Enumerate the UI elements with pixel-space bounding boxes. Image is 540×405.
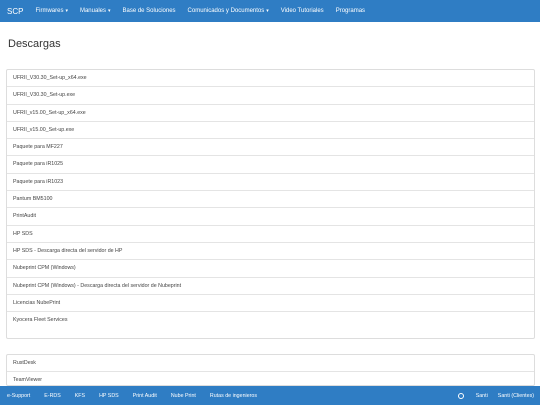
gear-icon[interactable] xyxy=(457,392,464,399)
nav-video-tutoriales[interactable]: Video Tutoriales xyxy=(281,8,324,14)
page-title: Descargas xyxy=(8,38,61,50)
tools-list: RustDesk TeamViewer xyxy=(6,354,535,386)
download-item[interactable]: UFRII_V30.30_Set-up.exe xyxy=(7,87,534,105)
footer-right: Santi Santi (Clientes) xyxy=(457,386,534,405)
nav-firmwares[interactable]: Firmwares ▾ xyxy=(35,8,68,14)
footer-link-rutas[interactable]: Rutas de ingenieros xyxy=(210,393,257,399)
chevron-down-icon: ▾ xyxy=(107,8,111,14)
nav-comunicados[interactable]: Comunicados y Documentos ▾ xyxy=(188,8,269,14)
tool-item[interactable]: TeamViewer xyxy=(7,372,534,385)
download-item[interactable]: HP SDS - Descarga directa del servidor d… xyxy=(7,243,534,261)
footer-link-erds[interactable]: E-RDS xyxy=(44,393,60,399)
download-item[interactable]: Paquete para iR1023 xyxy=(7,174,534,192)
nav-label: Comunicados y Documentos xyxy=(187,8,265,14)
download-item[interactable]: HP SDS xyxy=(7,226,534,243)
footer-link-printaudit[interactable]: Print Audit xyxy=(133,393,157,399)
chevron-down-icon: ▾ xyxy=(65,8,68,14)
bottom-navbar: e-Support E-RDS KFS HP SDS Print Audit N… xyxy=(0,386,540,405)
download-item[interactable]: Pantum BM5100 xyxy=(7,191,534,209)
footer-link-hpsds[interactable]: HP SDS xyxy=(99,393,119,399)
nav-programas[interactable]: Programas xyxy=(336,8,365,14)
nav-label: Manuales xyxy=(79,8,106,14)
footer-link-nubeprint[interactable]: Nube Print xyxy=(171,393,196,399)
nav-label: Programas xyxy=(335,8,366,14)
downloads-list: UFRII_V30.30_Set-up_x64.exe UFRII_V30.30… xyxy=(6,69,535,339)
user-link[interactable]: Santi xyxy=(476,393,488,399)
footer-link-esupport[interactable]: e-Support xyxy=(7,393,30,399)
download-item[interactable]: Nubeprint CPM (Windows) xyxy=(7,260,534,278)
footer-link-kfs[interactable]: KFS xyxy=(75,393,85,399)
download-item[interactable]: UFRII_V30.30_Set-up_x64.exe xyxy=(7,70,534,88)
download-item[interactable]: Kyocera Fleet Services xyxy=(7,312,534,329)
chevron-down-icon: ▾ xyxy=(266,8,269,14)
nav-label: Base de Soluciones xyxy=(122,8,176,14)
download-item[interactable]: UFRII_v15.00_Set-up.exe xyxy=(7,122,534,140)
download-item[interactable]: UFRII_v15.00_Set-up_x64.exe xyxy=(7,105,534,122)
download-item[interactable]: Licencias NubePrint xyxy=(7,295,534,313)
nav-manuales[interactable]: Manuales ▾ xyxy=(80,8,111,14)
nav-label: Firmwares xyxy=(35,8,64,14)
download-item[interactable]: PrintAudit xyxy=(7,208,534,226)
user-clients-link[interactable]: Santi (Clientes) xyxy=(498,393,534,399)
download-item[interactable]: Nubeprint CPM (Windows) - Descarga direc… xyxy=(7,278,534,295)
top-navbar: SCP Firmwares ▾ Manuales ▾ Base de Soluc… xyxy=(0,0,540,22)
download-item[interactable]: Paquete para MF227 xyxy=(7,139,534,157)
tool-item[interactable]: RustDesk xyxy=(7,355,534,373)
nav-base-de-soluciones[interactable]: Base de Soluciones xyxy=(123,8,176,14)
download-item[interactable]: Paquete para iR1025 xyxy=(7,156,534,174)
brand-link[interactable]: SCP xyxy=(7,7,23,16)
nav-label: Video Tutoriales xyxy=(280,8,324,14)
